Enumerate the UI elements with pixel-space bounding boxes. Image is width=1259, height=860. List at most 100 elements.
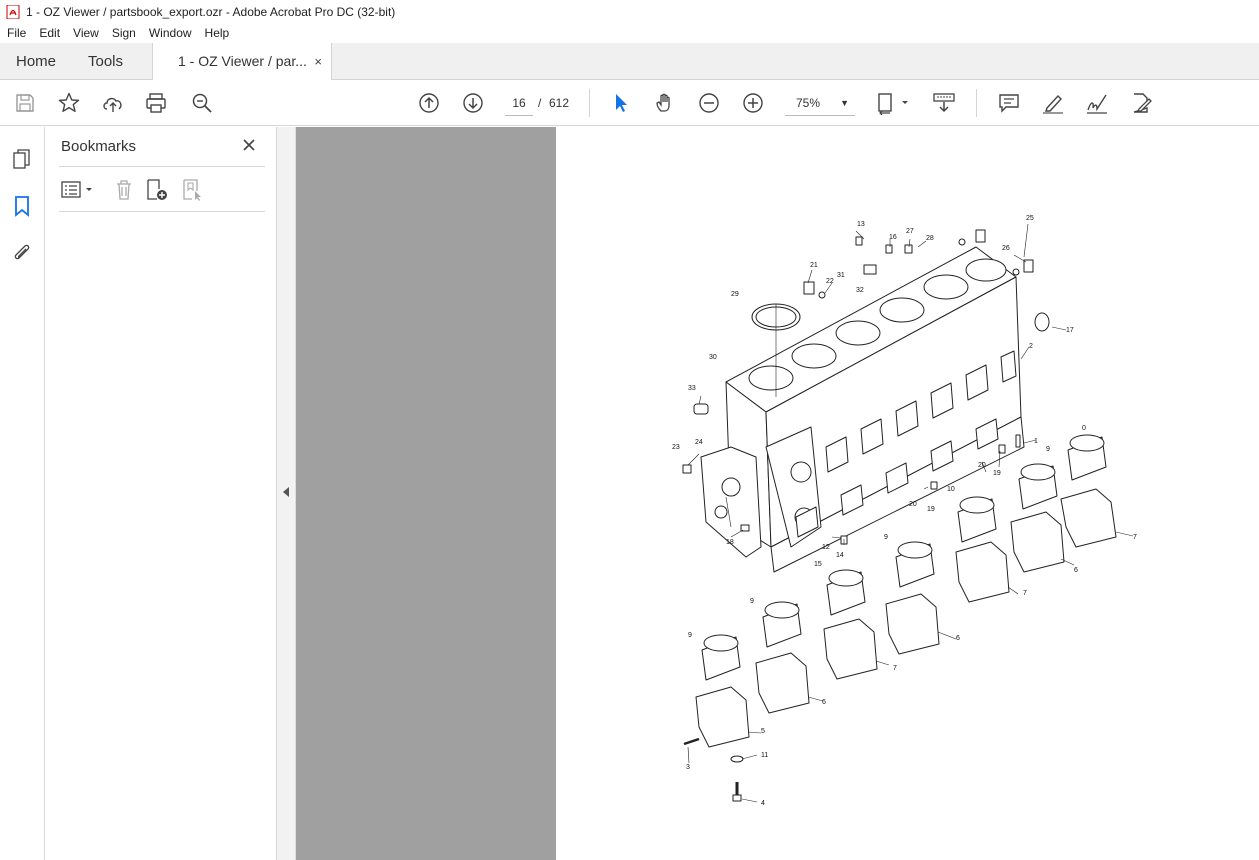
- panel-divider: [59, 211, 265, 212]
- menu-help[interactable]: Help: [198, 26, 236, 40]
- upload-cloud-icon[interactable]: [101, 91, 125, 115]
- callout-label: 9: [750, 598, 754, 605]
- callout-label: 17: [1066, 327, 1074, 334]
- highlight-pen-icon[interactable]: [1041, 91, 1065, 115]
- panel-collapse-handle[interactable]: [277, 127, 296, 860]
- acrobat-app-icon: [6, 4, 20, 19]
- left-rail: [0, 127, 45, 860]
- page-up-icon[interactable]: [417, 91, 441, 115]
- callout-label: 0: [1082, 425, 1086, 432]
- chevron-down-icon: ▼: [840, 98, 849, 108]
- comment-icon[interactable]: [997, 91, 1021, 115]
- callout-label: 19: [927, 506, 935, 513]
- current-page-input[interactable]: 16: [505, 90, 533, 116]
- callout-label: 19: [993, 470, 1001, 477]
- callout-label: 20: [978, 462, 986, 469]
- menu-file[interactable]: File: [0, 26, 32, 40]
- hand-pan-icon[interactable]: [653, 91, 677, 115]
- collapse-arrow-icon: [283, 487, 289, 497]
- callout-label: 29: [731, 291, 739, 298]
- callout-label: 6: [822, 699, 826, 706]
- callout-label: 9: [884, 534, 888, 541]
- document-tab-label: 1 - OZ Viewer / par...: [178, 53, 307, 69]
- edit-document-icon[interactable]: [1129, 91, 1153, 115]
- select-pointer-icon[interactable]: [609, 91, 633, 115]
- callout-label: 25: [1026, 215, 1034, 222]
- close-icon[interactable]: ×: [314, 43, 322, 80]
- callout-label: 21: [810, 262, 818, 269]
- menu-bar: File Edit View Sign Window Help: [0, 23, 1259, 43]
- callout-label: 11: [761, 752, 768, 759]
- bookmarks-panel: Bookmarks: [45, 127, 277, 860]
- callout-label: 31: [837, 272, 845, 279]
- callout-label: 26: [1002, 245, 1010, 252]
- menu-view[interactable]: View: [66, 26, 105, 40]
- callout-label: 28: [926, 235, 934, 242]
- callout-label: 15: [814, 561, 822, 568]
- toolbar-divider: [976, 89, 977, 117]
- callout-label: 7: [1023, 590, 1027, 597]
- tab-tools[interactable]: Tools: [88, 43, 123, 80]
- menu-sign[interactable]: Sign: [105, 26, 142, 40]
- title-bar: 1 - OZ Viewer / partsbook_export.ozr - A…: [0, 0, 1259, 23]
- delete-bookmark-icon[interactable]: [112, 178, 136, 202]
- pages-icon[interactable]: [11, 148, 33, 170]
- document-viewport[interactable]: 13 16 27 28 25 26 21 31 22 32 29 17 30 2…: [296, 127, 1259, 860]
- callout-label: 13: [857, 221, 865, 228]
- page-down-icon[interactable]: [461, 91, 485, 115]
- print-icon[interactable]: [144, 91, 168, 115]
- scroll-mode-icon[interactable]: [932, 91, 956, 115]
- attachments-icon[interactable]: [11, 242, 33, 264]
- zoom-value: 75%: [796, 96, 821, 110]
- callout-label: 2: [1029, 343, 1033, 350]
- zoom-out-icon[interactable]: [697, 91, 721, 115]
- window-title: 1 - OZ Viewer / partsbook_export.ozr - A…: [26, 4, 396, 19]
- callout-label: 10: [947, 486, 955, 493]
- page-fit-icon[interactable]: [876, 91, 912, 116]
- callout-label: 20: [909, 501, 917, 508]
- callout-label: 1: [1034, 438, 1038, 445]
- callout-label: 6: [956, 635, 960, 642]
- tab-document[interactable]: 1 - OZ Viewer / par... ×: [152, 43, 332, 81]
- bookmarks-panel-title: Bookmarks: [61, 138, 137, 155]
- callout-label: 30: [709, 354, 717, 361]
- zoom-search-icon[interactable]: [190, 91, 214, 115]
- menu-edit[interactable]: Edit: [32, 26, 66, 40]
- close-icon[interactable]: [241, 137, 257, 153]
- engine-block-exploded-drawing: 13 16 27 28 25 26 21 31 22 32 29 17 30 2…: [672, 215, 1137, 807]
- callout-label: 24: [695, 439, 703, 446]
- menu-window[interactable]: Window: [142, 26, 198, 40]
- bookmark-options-icon[interactable]: [61, 178, 95, 202]
- callout-label: 32: [856, 287, 864, 294]
- tab-bar: Home Tools 1 - OZ Viewer / par... ×: [0, 43, 1259, 81]
- pdf-page: 13 16 27 28 25 26 21 31 22 32 29 17 30 2…: [556, 127, 1259, 860]
- callout-label: 4: [761, 800, 765, 807]
- callout-label: 14: [836, 552, 844, 559]
- bookmarks-icon[interactable]: [11, 195, 33, 217]
- callout-label: 12: [822, 544, 830, 551]
- bookmark-star-icon[interactable]: [57, 91, 81, 115]
- callout-label: 7: [1133, 534, 1137, 541]
- zoom-in-icon[interactable]: [741, 91, 765, 115]
- toolbar-divider: [589, 89, 590, 117]
- zoom-select[interactable]: 75% ▼: [785, 90, 855, 116]
- total-pages: 612: [549, 96, 570, 110]
- callout-label: 6: [1074, 567, 1078, 574]
- callout-label: 3: [686, 764, 690, 771]
- callout-label: 23: [672, 444, 680, 451]
- tab-home[interactable]: Home: [16, 43, 56, 80]
- new-bookmark-icon[interactable]: [145, 178, 169, 202]
- callout-label: 22: [826, 278, 834, 285]
- callout-label: 9: [688, 632, 692, 639]
- callout-label: 33: [688, 385, 696, 392]
- callout-label: 18: [726, 539, 734, 546]
- sign-icon[interactable]: [1085, 91, 1109, 115]
- bookmark-from-selection-icon[interactable]: [181, 178, 205, 202]
- main-toolbar: [0, 80, 1259, 126]
- callout-label: 16: [889, 234, 897, 241]
- callout-label: 27: [906, 228, 914, 235]
- callout-label: 9: [1046, 446, 1050, 453]
- page-separator: /: [538, 96, 542, 110]
- callout-label: 5: [761, 728, 765, 735]
- save-icon[interactable]: [13, 91, 37, 115]
